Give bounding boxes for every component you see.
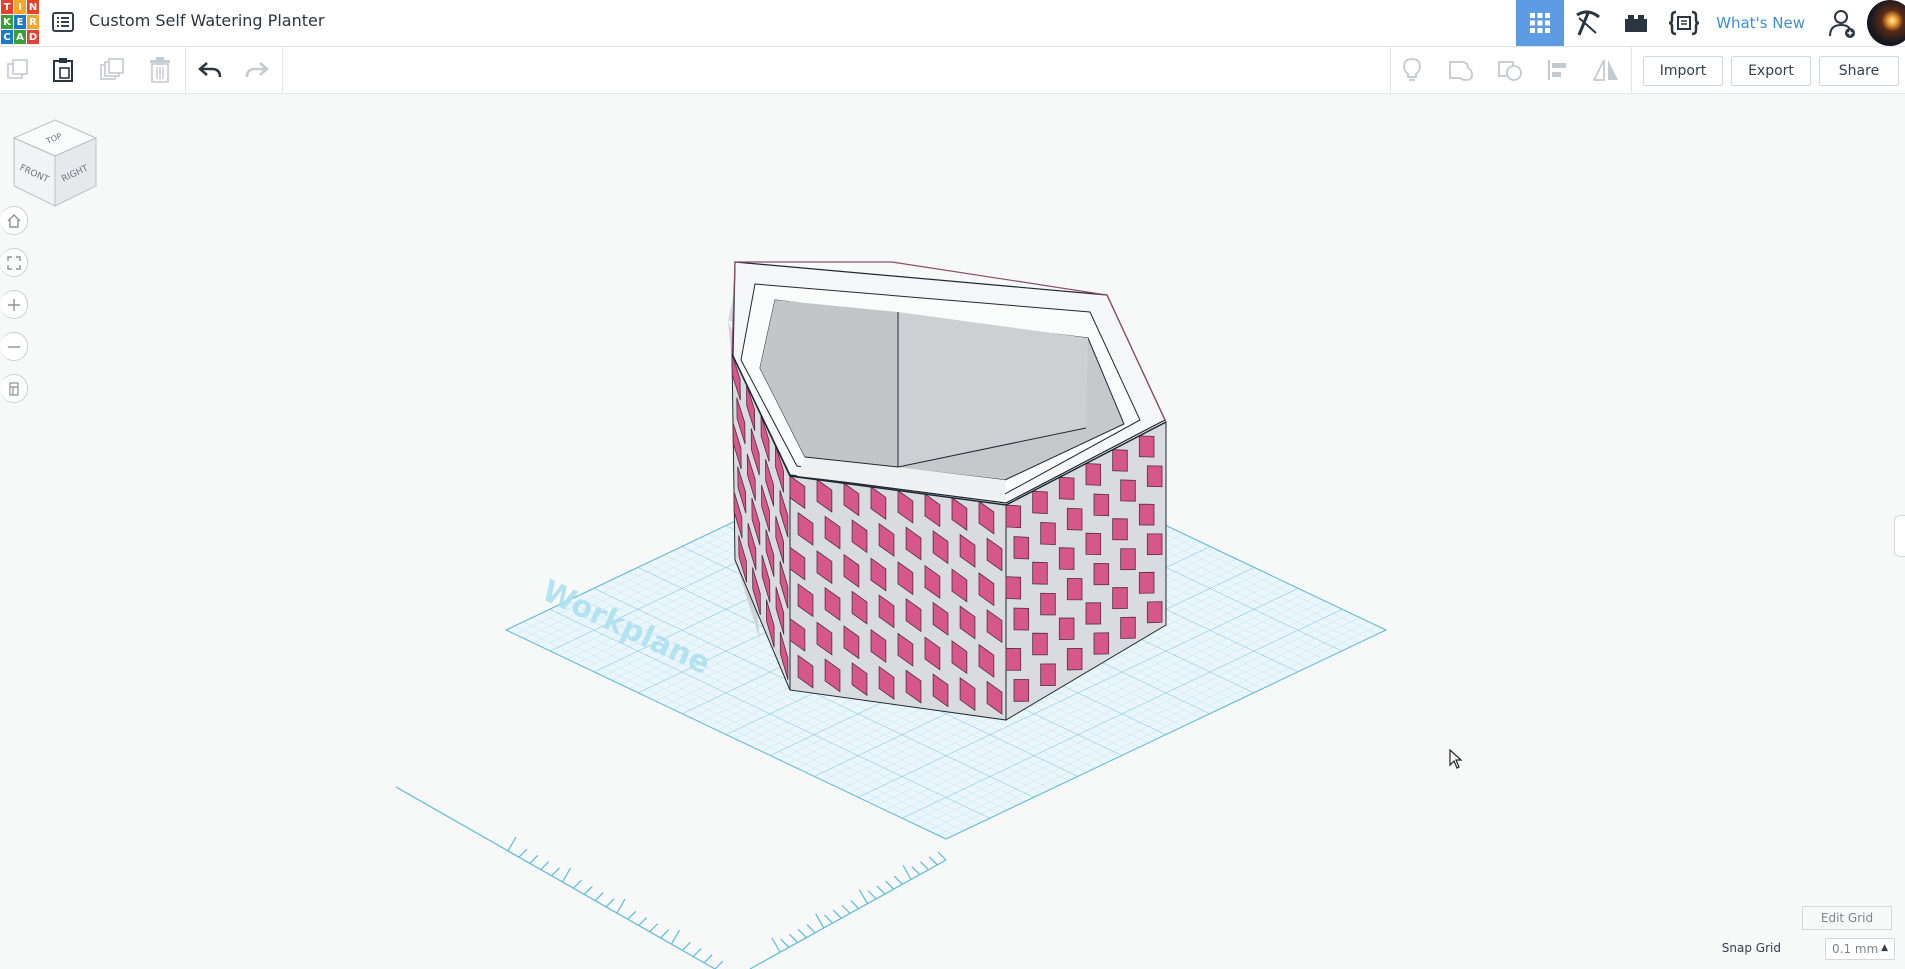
redo-icon <box>245 62 269 78</box>
duplicate-icon <box>100 58 124 80</box>
duplicate-button[interactable] <box>89 47 135 93</box>
3d-design-view-button[interactable] <box>1516 0 1565 46</box>
perspective-icon <box>8 381 19 396</box>
caret-up-icon: ▲ <box>1881 943 1888 953</box>
logo-letter: A <box>14 30 26 44</box>
lightbulb-icon <box>1403 58 1421 81</box>
list-icon <box>52 12 74 32</box>
copy-button[interactable] <box>0 47 41 93</box>
perspective-toggle-button[interactable] <box>0 374 28 403</box>
top-bar: TINKERCAD Custom Self Watering Planter W… <box>0 0 1905 47</box>
logo-letter: N <box>27 0 39 14</box>
design-list-button[interactable] <box>50 10 76 34</box>
whats-new-link[interactable]: What's New <box>1708 0 1819 46</box>
snap-grid-label: Snap Grid <box>1721 941 1781 955</box>
redo-button[interactable] <box>234 47 280 93</box>
planter-model[interactable] <box>728 261 1167 721</box>
notes-button[interactable] <box>1389 47 1435 93</box>
mirror-icon <box>1593 59 1618 81</box>
home-icon <box>7 213 20 228</box>
share-button[interactable]: Share <box>1819 56 1899 86</box>
panel-collapse-tab[interactable] <box>1894 515 1905 557</box>
align-icon <box>1548 60 1566 80</box>
workplane-viewport[interactable]: Workplane <box>0 94 1905 969</box>
toolbar-divider <box>1631 47 1632 93</box>
zoom-in-button[interactable] <box>0 290 28 319</box>
home-view-button[interactable] <box>0 206 28 235</box>
view-cube[interactable]: TOP FRONT RIGHT <box>12 118 98 210</box>
ungroup-button[interactable] <box>1487 47 1533 93</box>
logo-letter: K <box>1 15 13 29</box>
group-icon <box>1449 61 1473 81</box>
code-braces-icon <box>1669 10 1700 36</box>
logo-letter: E <box>14 15 26 29</box>
delete-button[interactable] <box>137 47 183 93</box>
plus-icon <box>7 298 20 311</box>
edit-toolbar: Import Export Share <box>0 47 1905 94</box>
add-collaborator-button[interactable] <box>1819 0 1867 46</box>
minus-icon <box>7 345 20 348</box>
paste-icon <box>53 58 73 82</box>
mirror-button[interactable] <box>1583 47 1629 93</box>
user-add-icon <box>1829 10 1855 38</box>
logo-letter: T <box>1 0 13 14</box>
fit-icon <box>6 255 21 270</box>
ungroup-icon <box>1498 61 1522 81</box>
toolbar-divider <box>185 47 186 93</box>
user-avatar[interactable] <box>1867 0 1905 46</box>
codeblocks-view-button[interactable] <box>1660 0 1708 46</box>
logo-letter: D <box>27 30 39 44</box>
zoom-out-button[interactable] <box>0 332 28 361</box>
fit-view-button[interactable] <box>0 248 28 277</box>
bricks-view-button[interactable] <box>1612 0 1660 46</box>
toolbar-divider <box>282 47 283 93</box>
copy-icon <box>7 59 28 79</box>
snap-grid-value: 0.1 mm <box>1832 942 1879 956</box>
workplane-ruler[interactable] <box>395 786 947 969</box>
logo-letter: R <box>27 15 39 29</box>
export-button[interactable]: Export <box>1731 56 1811 86</box>
group-button[interactable] <box>1438 47 1484 93</box>
align-button[interactable] <box>1535 47 1581 93</box>
tinkercad-logo[interactable]: TINKERCAD <box>0 0 39 44</box>
blocks-view-button[interactable] <box>1564 0 1612 46</box>
trash-icon <box>150 57 170 83</box>
paste-button[interactable] <box>40 47 86 93</box>
snap-grid-select[interactable]: 0.1 mm ▲ <box>1825 938 1895 960</box>
logo-letter: I <box>14 0 26 14</box>
mouse-cursor-icon <box>1449 749 1463 769</box>
brick-icon <box>1625 15 1648 32</box>
edit-grid-button[interactable]: Edit Grid <box>1802 906 1892 930</box>
pickaxe-icon <box>1576 10 1601 36</box>
top-right-controls: What's New <box>1516 0 1905 46</box>
undo-icon <box>198 62 222 78</box>
logo-letter: C <box>1 30 13 44</box>
undo-button[interactable] <box>187 47 233 93</box>
grid-icon <box>1530 13 1551 33</box>
import-button[interactable]: Import <box>1643 56 1723 86</box>
design-title[interactable]: Custom Self Watering Planter <box>89 11 324 30</box>
